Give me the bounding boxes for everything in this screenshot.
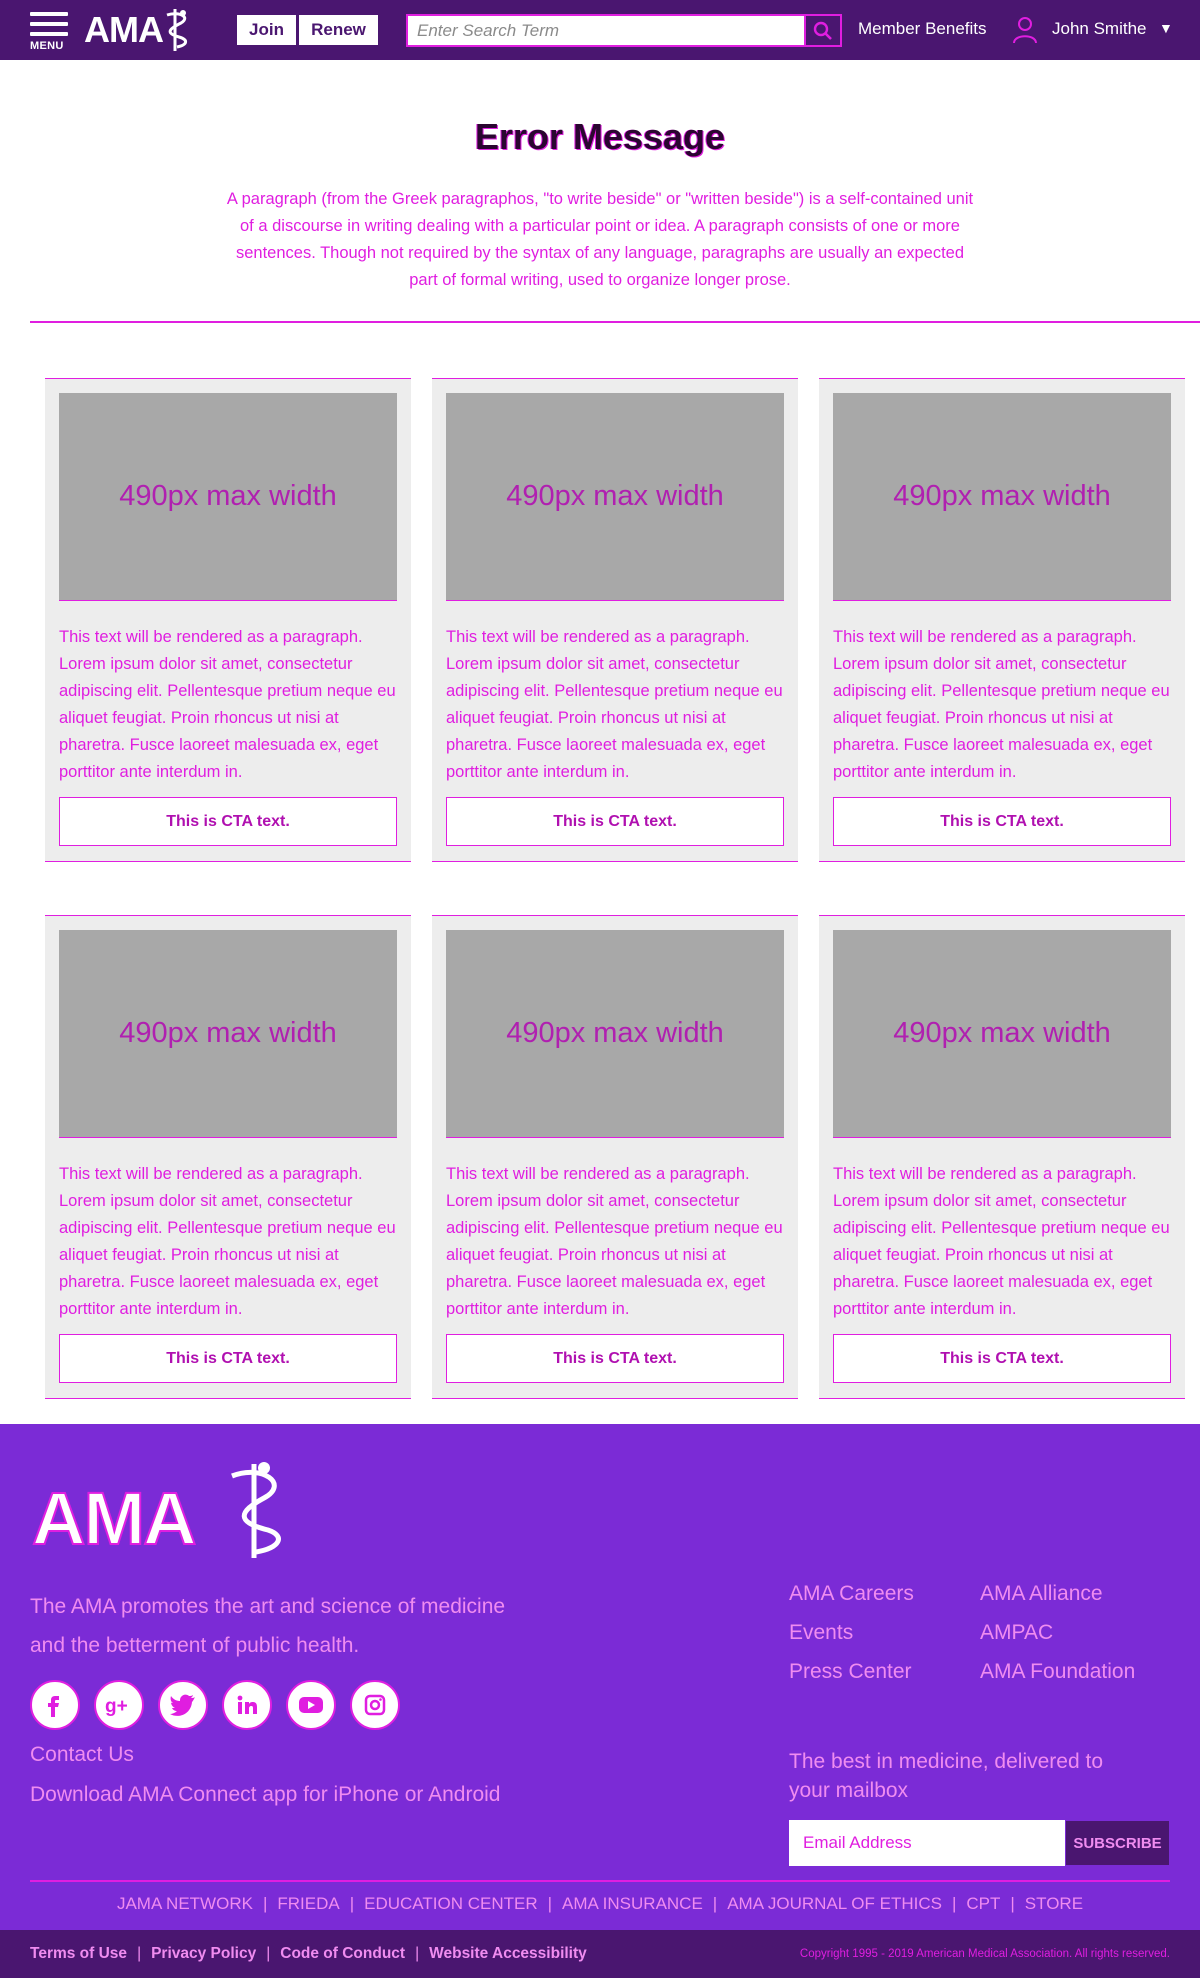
- card-paragraph: This text will be rendered as a paragrap…: [59, 1165, 396, 1318]
- footer-link-careers[interactable]: AMA Careers: [789, 1582, 914, 1606]
- cta-button[interactable]: This is CTA text.: [833, 1334, 1171, 1383]
- card-image-placeholder: 490px max width: [446, 930, 784, 1138]
- image-label: 490px max width: [506, 480, 724, 512]
- cta-button[interactable]: This is CTA text.: [833, 797, 1171, 846]
- image-label: 490px max width: [893, 480, 1111, 512]
- chevron-down-icon[interactable]: ▼: [1159, 20, 1173, 36]
- separator: |: [266, 1945, 271, 1962]
- footer-link-foundation[interactable]: AMA Foundation: [980, 1660, 1135, 1684]
- user-name[interactable]: John Smithe: [1052, 19, 1147, 39]
- network-link-education-center[interactable]: EDUCATION CENTER: [364, 1894, 537, 1913]
- card-image-placeholder: 490px max width: [59, 930, 397, 1138]
- code-of-conduct-link[interactable]: Code of Conduct: [280, 1945, 405, 1962]
- youtube-icon[interactable]: [286, 1680, 336, 1730]
- cta-button[interactable]: This is CTA text.: [59, 797, 397, 846]
- social-links: g+: [30, 1680, 414, 1730]
- footer-link-alliance[interactable]: AMA Alliance: [980, 1582, 1103, 1606]
- svg-text:g+: g+: [105, 1696, 128, 1717]
- card-paragraph: This text will be rendered as a paragrap…: [59, 628, 396, 781]
- footer-link-press-center[interactable]: Press Center: [789, 1660, 912, 1684]
- menu-label: MENU: [30, 40, 64, 52]
- separator: |: [712, 1894, 718, 1913]
- footer-description: The AMA promotes the art and science of …: [30, 1595, 506, 1657]
- content-card: 490px max width This text will be render…: [432, 915, 798, 1399]
- image-label: 490px max width: [119, 1017, 337, 1049]
- logo-text: AMA: [84, 9, 164, 50]
- renew-button[interactable]: Renew: [299, 15, 378, 45]
- hamburger-icon: [30, 12, 68, 42]
- network-link-insurance[interactable]: AMA INSURANCE: [562, 1894, 703, 1913]
- footer-divider: [30, 1880, 1170, 1882]
- network-link-jama[interactable]: JAMA NETWORK: [117, 1894, 253, 1913]
- google-plus-icon[interactable]: g+: [94, 1680, 144, 1730]
- cta-button[interactable]: This is CTA text.: [446, 1334, 784, 1383]
- cta-button[interactable]: This is CTA text.: [59, 1334, 397, 1383]
- copyright-text: Copyright 1995 - 2019 American Medical A…: [799, 1948, 1170, 1960]
- legal-bar: Terms of Use | Privacy Policy | Code of Cond…: [0, 1930, 1200, 1978]
- website-accessibility-link[interactable]: Website Accessibility: [429, 1945, 587, 1962]
- subscribe-button[interactable]: SUBSCRIBE: [1065, 1820, 1170, 1866]
- ama-logo[interactable]: AMA: [84, 6, 195, 54]
- intro-paragraph: A paragraph (from the Greek paragraphos,…: [226, 190, 974, 289]
- network-link-store[interactable]: STORE: [1025, 1894, 1083, 1913]
- card-image-placeholder: 490px max width: [833, 393, 1171, 601]
- card-paragraph: This text will be rendered as a paragrap…: [446, 1165, 783, 1318]
- footer-logo-text: AMA: [32, 1477, 195, 1560]
- content-card: 490px max width This text will be render…: [45, 378, 411, 862]
- caduceus-logo-icon: [166, 9, 187, 51]
- search-input[interactable]: [408, 16, 804, 45]
- network-link-frieda[interactable]: FRIEDA: [277, 1894, 339, 1913]
- join-button[interactable]: Join: [237, 15, 296, 45]
- footer-ama-logo[interactable]: AMA: [31, 1454, 302, 1569]
- ama-logo-icon: AMA: [31, 1462, 281, 1561]
- contact-us-link[interactable]: Contact Us: [30, 1743, 134, 1767]
- member-benefits-link[interactable]: Member Benefits: [858, 19, 987, 39]
- menu-button[interactable]: MENU: [28, 10, 72, 54]
- user-icon[interactable]: [1012, 16, 1038, 44]
- separator: |: [262, 1894, 268, 1913]
- card-image-placeholder: 490px max width: [446, 393, 784, 601]
- footer-link-events[interactable]: Events: [789, 1621, 853, 1645]
- content-card: 490px max width This text will be render…: [432, 378, 798, 862]
- terms-of-use-link[interactable]: Terms of Use: [30, 1945, 127, 1962]
- network-links: JAMA NETWORK | FRIEDA | EDUCATION CENTER | AMA…: [0, 1894, 1200, 1914]
- image-label: 490px max width: [506, 1017, 724, 1049]
- separator: |: [137, 1945, 142, 1962]
- newsletter-tagline: The best in medicine, delivered to your …: [789, 1750, 1104, 1802]
- content-card: 490px max width This text will be render…: [45, 915, 411, 1399]
- card-paragraph: This text will be rendered as a paragrap…: [446, 628, 783, 781]
- linkedin-icon[interactable]: [222, 1680, 272, 1730]
- card-image-placeholder: 490px max width: [833, 930, 1171, 1138]
- cta-button[interactable]: This is CTA text.: [446, 797, 784, 846]
- separator: |: [1010, 1894, 1015, 1913]
- card-image-placeholder: 490px max width: [59, 393, 397, 601]
- network-link-journal-of-ethics[interactable]: AMA JOURNAL OF ETHICS: [727, 1894, 942, 1913]
- separator: |: [415, 1945, 420, 1962]
- facebook-icon[interactable]: [30, 1680, 80, 1730]
- privacy-policy-link[interactable]: Privacy Policy: [151, 1945, 256, 1962]
- legal-links: Terms of Use | Privacy Policy | Code of Cond…: [30, 1945, 587, 1963]
- top-navigation-bar: MENU AMA Join Renew Member Benefits John…: [0, 0, 1200, 60]
- divider: [30, 321, 1200, 323]
- search-button[interactable]: [804, 16, 840, 45]
- twitter-icon[interactable]: [158, 1680, 208, 1730]
- search-icon: [813, 21, 832, 40]
- separator: |: [951, 1894, 957, 1913]
- image-label: 490px max width: [119, 480, 337, 512]
- site-footer: AMA The AMA promotes the art and science…: [0, 1424, 1200, 1978]
- card-paragraph: This text will be rendered as a paragrap…: [833, 628, 1170, 781]
- email-field[interactable]: [789, 1820, 1065, 1866]
- content-card: 490px max width This text will be render…: [819, 378, 1185, 862]
- instagram-icon[interactable]: [350, 1680, 400, 1730]
- search-bar: [406, 14, 842, 47]
- network-link-cpt[interactable]: CPT: [966, 1894, 1000, 1913]
- download-app-link[interactable]: Download AMA Connect app for iPhone or A…: [30, 1783, 500, 1807]
- card-paragraph: This text will be rendered as a paragrap…: [833, 1165, 1170, 1318]
- separator: |: [349, 1894, 355, 1913]
- footer-link-ampac[interactable]: AMPAC: [980, 1621, 1053, 1645]
- content-card: 490px max width This text will be render…: [819, 915, 1185, 1399]
- page-title: Error Message: [474, 116, 726, 157]
- separator: |: [547, 1894, 553, 1913]
- image-label: 490px max width: [893, 1017, 1111, 1049]
